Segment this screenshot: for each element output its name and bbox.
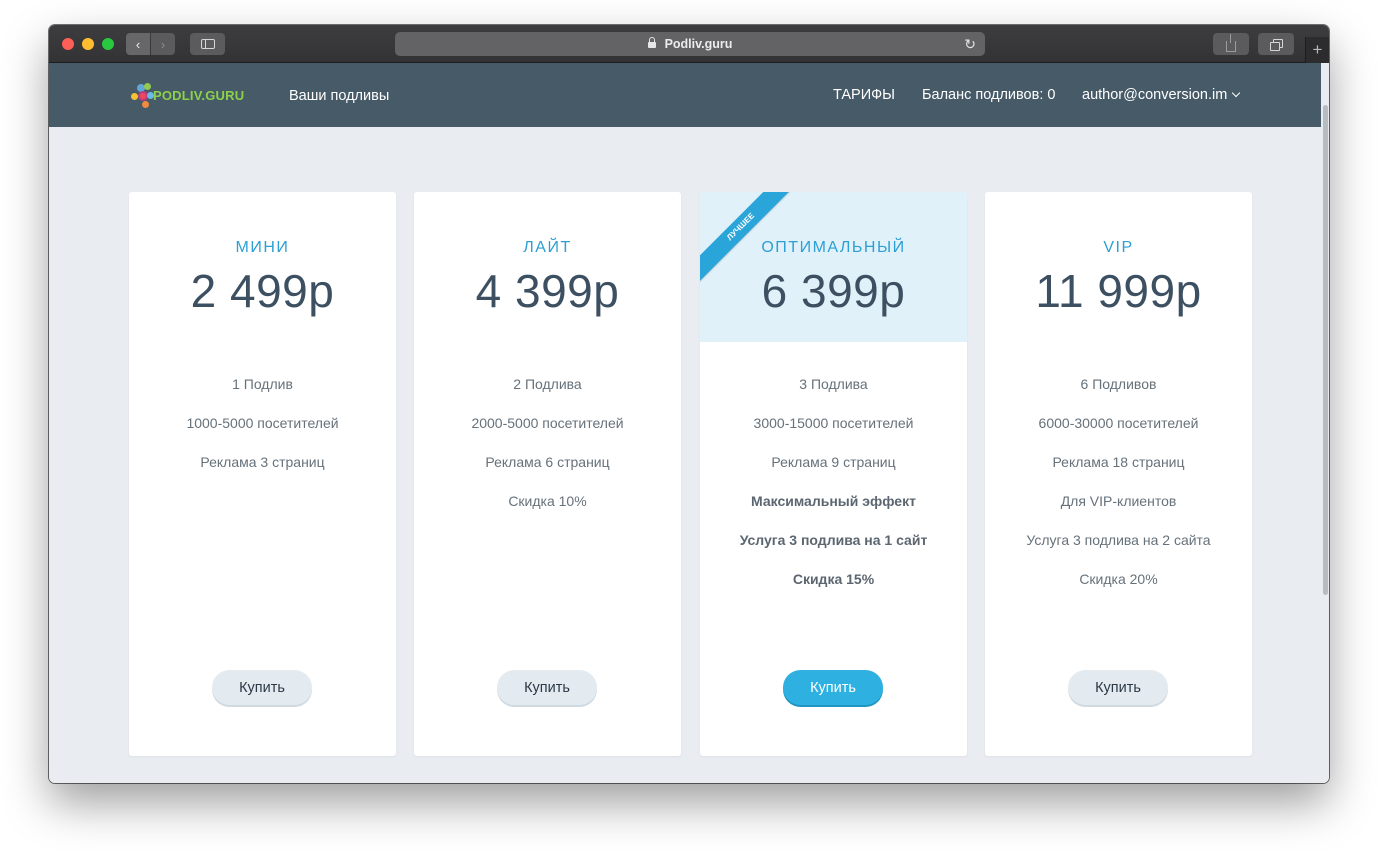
feature-item: Скидка 20% — [1079, 571, 1158, 587]
sidebar-toggle-button[interactable] — [190, 33, 225, 55]
feature-list: 6 Подливов 6000-30000 посетителей Реклам… — [985, 375, 1252, 609]
plan-card-optimal: ЛУЧШЕЕ ОПТИМАЛЬНЫЙ 6 399р 3 Подлива 3000… — [700, 192, 967, 756]
plan-card-lite: ЛАЙТ 4 399р 2 Подлива 2000-5000 посетите… — [414, 192, 681, 756]
buy-button-mini[interactable]: Купить — [212, 670, 312, 705]
plus-icon: + — [1312, 40, 1323, 59]
feature-item: Реклама 3 страниц — [200, 454, 325, 470]
tabs-icon — [1269, 38, 1283, 51]
feature-item: 2 Подлива — [513, 376, 582, 392]
plan-price: 11 999р — [1035, 265, 1202, 317]
share-button[interactable] — [1213, 33, 1249, 55]
feature-item: Максимальный эффект — [751, 493, 916, 509]
plan-card-vip: VIP 11 999р 6 Подливов 6000-30000 посети… — [985, 192, 1252, 756]
feature-item: Реклама 18 страниц — [1052, 454, 1185, 470]
buy-button-optimal[interactable]: Купить — [783, 670, 883, 705]
chevron-right-icon: › — [160, 36, 166, 52]
close-window-button[interactable] — [62, 38, 74, 50]
logo-text: PODLIV.GURU — [153, 88, 245, 103]
feature-item: 6000-30000 посетителей — [1038, 415, 1199, 431]
chevron-down-icon — [1232, 88, 1241, 98]
plan-title: ЛАЙТ — [523, 239, 572, 256]
forward-button[interactable]: › — [151, 33, 175, 55]
back-button[interactable]: ‹ — [126, 33, 150, 55]
sidebar-icon — [200, 39, 215, 49]
browser-window: ‹ › Podliv.guru ↻ + PODLIV.GURU Ваши под… — [49, 25, 1329, 783]
new-tab-button[interactable]: + — [1305, 37, 1329, 63]
feature-item: Услуга 3 подлива на 1 сайт — [739, 532, 928, 548]
feature-item: 3000-15000 посетителей — [753, 415, 914, 431]
url-text: Podliv.guru — [664, 37, 733, 51]
user-menu[interactable]: author@conversion.im — [1082, 87, 1241, 103]
feature-item: Реклама 6 страниц — [485, 454, 610, 470]
feature-item: 2000-5000 посетителей — [471, 415, 624, 431]
address-bar[interactable]: Podliv.guru ↻ — [395, 32, 985, 56]
feature-item: Для VIP-клиентов — [1060, 493, 1177, 509]
logo-dot — [131, 93, 138, 100]
buy-button-lite[interactable]: Купить — [497, 670, 597, 705]
feature-item: 3 Подлива — [799, 376, 868, 392]
plan-title: ОПТИМАЛЬНЫЙ — [761, 239, 906, 256]
lock-icon — [647, 37, 656, 48]
zoom-window-button[interactable] — [102, 38, 114, 50]
browser-toolbar: ‹ › Podliv.guru ↻ + — [49, 25, 1329, 63]
plan-title: VIP — [1103, 239, 1134, 256]
pricing-content: МИНИ 2 499р 1 Подлив 1000-5000 посетител… — [49, 127, 1321, 783]
site-header: PODLIV.GURU Ваши подливы ТАРИФЫ Баланс п… — [49, 63, 1329, 127]
chevron-left-icon: ‹ — [135, 36, 141, 52]
nav-your-podlivs[interactable]: Ваши подливы — [289, 88, 389, 104]
nav-tariffs[interactable]: ТАРИФЫ — [833, 87, 895, 103]
balance-text[interactable]: Баланс подливов: 0 — [922, 87, 1055, 103]
plan-price: 4 399р — [475, 265, 620, 317]
logo-dot — [144, 83, 151, 90]
site-logo[interactable]: PODLIV.GURU — [129, 82, 247, 110]
buy-button-vip[interactable]: Купить — [1068, 670, 1168, 705]
feature-item: Реклама 9 страниц — [771, 454, 896, 470]
minimize-window-button[interactable] — [82, 38, 94, 50]
scrollbar-thumb[interactable] — [1323, 105, 1328, 595]
feature-item: 6 Подливов — [1080, 376, 1157, 392]
share-icon — [1226, 33, 1236, 52]
feature-item: 1 Подлив — [232, 376, 293, 392]
show-tabs-button[interactable] — [1258, 33, 1294, 55]
plan-price: 6 399р — [761, 265, 906, 317]
feature-list: 1 Подлив 1000-5000 посетителей Реклама 3… — [129, 375, 396, 492]
user-email: author@conversion.im — [1082, 87, 1228, 103]
feature-item: Скидка 10% — [508, 493, 587, 509]
feature-item: Скидка 15% — [792, 571, 875, 587]
plan-card-mini: МИНИ 2 499р 1 Подлив 1000-5000 посетител… — [129, 192, 396, 756]
feature-list: 3 Подлива 3000-15000 посетителей Реклама… — [700, 375, 967, 609]
feature-item: Услуга 3 подлива на 2 сайта — [1026, 532, 1211, 548]
plan-price: 2 499р — [190, 265, 335, 317]
plan-title: МИНИ — [235, 239, 290, 256]
logo-dot — [142, 101, 149, 108]
feature-list: 2 Подлива 2000-5000 посетителей Реклама … — [414, 375, 681, 531]
reload-icon[interactable]: ↻ — [964, 36, 976, 53]
feature-item: 1000-5000 посетителей — [186, 415, 339, 431]
scrollbar[interactable] — [1321, 63, 1329, 783]
